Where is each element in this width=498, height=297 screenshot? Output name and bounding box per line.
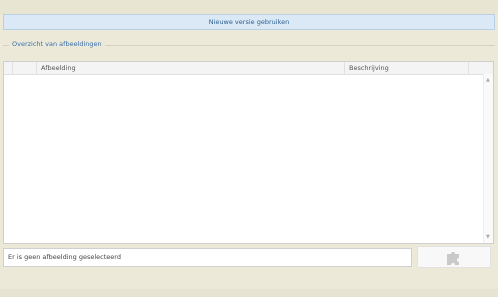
top-bar [0,0,498,14]
chevron-down-icon[interactable]: ▼ [486,234,490,240]
column-header-end [468,62,486,74]
vertical-scrollbar[interactable]: ▲ ▼ [483,74,493,243]
group-title: Overzicht van afbeeldingen [9,40,105,48]
chevron-up-icon[interactable]: ▲ [486,77,490,83]
puzzle-piece-icon [447,252,459,265]
column-header-description[interactable]: Beschrijving [344,62,468,74]
bottom-bar [0,289,498,297]
use-new-version-banner[interactable]: Nieuwe versie gebruiken [3,14,495,30]
column-header-image[interactable]: Afbeelding [36,62,344,74]
banner-label: Nieuwe versie gebruiken [208,18,290,26]
column-header-spacer [12,62,36,74]
selection-status-field: Er is geen afbeelding geselecteerd [3,248,412,267]
table-header: Afbeelding Beschrijving [4,62,493,75]
plugin-button[interactable] [417,246,491,268]
image-table[interactable]: Afbeelding Beschrijving ▲ ▼ [3,61,494,244]
